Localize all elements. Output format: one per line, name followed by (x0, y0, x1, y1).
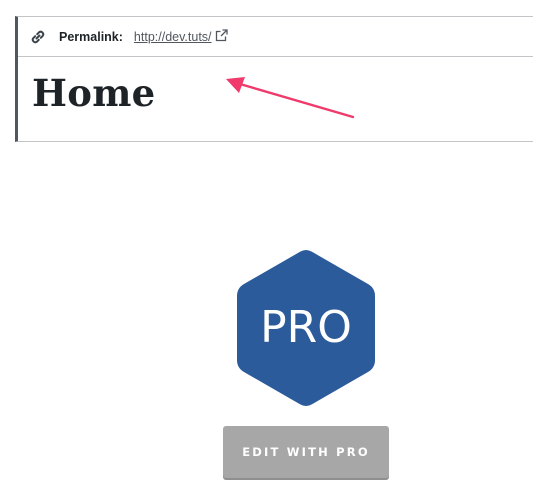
logo-text: PRO (260, 302, 352, 353)
pro-logo: PRO (237, 250, 375, 406)
edit-with-pro-button[interactable]: EDIT WITH PRO (223, 426, 389, 478)
editor-page: Permalink: http://dev.tuts/ Home PRO EDI… (0, 0, 533, 500)
